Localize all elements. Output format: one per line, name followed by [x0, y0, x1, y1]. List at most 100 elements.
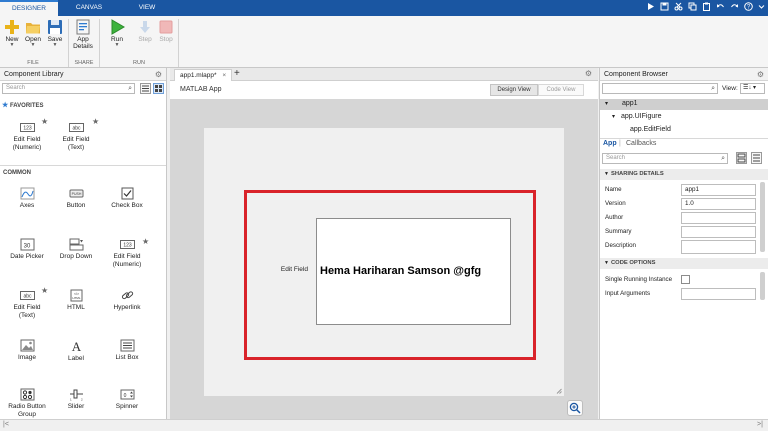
component-slider[interactable]: 12 Slider	[55, 388, 97, 411]
group-view-icon[interactable]	[736, 152, 747, 164]
ribbon-separator	[99, 19, 100, 67]
tab-canvas[interactable]: CANVAS	[64, 0, 114, 16]
numeric-field-icon: 123	[19, 123, 35, 132]
favorite-star-icon[interactable]: ★	[41, 286, 48, 295]
component-axes[interactable]: Axes	[6, 187, 48, 210]
scroll-left-icon[interactable]: |<	[3, 421, 9, 428]
name-field[interactable]: app1	[681, 184, 756, 196]
tab-app1-mlapp[interactable]: app1.mlapp* ×	[174, 69, 233, 81]
component-label: Edit Field	[13, 136, 41, 143]
component-html[interactable]: </> HTML HTML	[55, 289, 97, 312]
favorite-star-icon[interactable]: ★	[41, 117, 48, 126]
app-details-button[interactable]: App Details	[69, 19, 97, 50]
edit-field-label[interactable]: Edit Field	[256, 266, 308, 273]
editor-view-bar: MATLAB App Design View Code View	[170, 81, 598, 100]
tree-item-editfield[interactable]: app.EditField	[600, 125, 768, 136]
stop-button[interactable]: Stop	[152, 19, 180, 43]
tab-view[interactable]: VIEW	[122, 0, 172, 16]
search-icon: ⌕	[721, 155, 725, 162]
component-spinner[interactable]: 0 Spinner	[106, 388, 148, 411]
component-radio-button-group[interactable]: Radio Button Group	[4, 388, 50, 419]
code-view-button[interactable]: Code View	[538, 84, 584, 96]
run-quick-icon[interactable]	[645, 2, 656, 13]
editor-options-icon[interactable]: ⚙	[585, 68, 592, 80]
component-label: Date Picker	[10, 253, 44, 260]
component-image[interactable]: Image	[6, 339, 48, 362]
code-options-scrollbar[interactable]	[760, 272, 765, 300]
component-check-box[interactable]: Check Box	[106, 187, 148, 210]
resize-grip-icon[interactable]	[556, 388, 562, 394]
version-field[interactable]: 1.0	[681, 198, 756, 210]
close-tab-icon[interactable]: ×	[222, 72, 226, 79]
folder-icon	[26, 23, 40, 34]
component-button[interactable]: PUSH Button	[55, 187, 97, 210]
panel-options-icon[interactable]: ⚙	[757, 68, 764, 81]
component-label: Edit Field	[13, 304, 41, 311]
collapse-icon[interactable]: ▾	[605, 100, 608, 107]
zoom-button[interactable]	[567, 400, 583, 416]
svg-text:123: 123	[123, 243, 132, 249]
scroll-right-icon[interactable]: >|	[757, 421, 763, 428]
favorite-star-icon[interactable]: ★	[142, 237, 149, 246]
tree-item-app1[interactable]: ▾ app1	[600, 99, 768, 110]
tab-designer[interactable]: DESIGNER	[0, 0, 58, 16]
redo-quick-icon[interactable]	[729, 2, 740, 13]
stop-icon	[159, 20, 173, 34]
edit-field-input[interactable]: Hema Hariharan Samson @gfg	[316, 218, 511, 325]
view-select[interactable]: ☰↓ ▾	[740, 83, 765, 94]
property-label: Input Arguments	[605, 290, 651, 297]
help-icon[interactable]: ?	[743, 2, 754, 13]
component-drop-down[interactable]: Drop Down	[55, 238, 97, 261]
code-options-header[interactable]: ▼ CODE OPTIONS	[600, 258, 768, 269]
html-icon: </>HTML	[70, 289, 82, 302]
app-title: MATLAB App	[180, 86, 222, 93]
component-library-panel: Component Library ⚙ Search ⌕ ★ FAVORITES…	[0, 68, 167, 419]
design-view-button[interactable]: Design View	[490, 84, 538, 96]
component-label[interactable]: A Label	[55, 338, 97, 363]
properties-search-input[interactable]: Search ⌕	[602, 153, 728, 164]
run-button[interactable]: Run ▼	[103, 19, 131, 48]
favorite-star-icon[interactable]: ★	[92, 117, 99, 126]
component-hyperlink[interactable]: Hyperlink	[106, 289, 148, 312]
component-date-picker[interactable]: 30 Date Picker	[6, 238, 48, 261]
component-label: Hyperlink	[113, 304, 141, 311]
library-search-input[interactable]: Search ⌕	[2, 83, 135, 94]
paste-quick-icon[interactable]	[701, 2, 712, 13]
ribbon-separator	[178, 19, 179, 67]
favorite-edit-field-text[interactable]: abc Edit Field (Text)	[55, 121, 97, 152]
tab-app[interactable]: App	[603, 140, 617, 147]
favorites-header-label: FAVORITES	[9, 103, 44, 109]
component-label-line2: (Text)	[67, 144, 85, 151]
copy-quick-icon[interactable]	[687, 2, 698, 13]
collapse-icon[interactable]: ▾	[612, 113, 615, 120]
panel-options-icon[interactable]: ⚙	[155, 68, 162, 81]
properties-scrollbar[interactable]	[760, 182, 765, 252]
component-library-title: Component Library	[4, 71, 64, 78]
sharing-details-header[interactable]: ▼ SHARING DETAILS	[600, 169, 768, 180]
list-view-icon[interactable]	[140, 83, 151, 94]
input-arguments-field[interactable]	[681, 288, 756, 300]
browser-search-input[interactable]: ⌕	[602, 83, 718, 94]
caret-down-icon: ▼	[114, 42, 120, 48]
cut-quick-icon[interactable]	[673, 2, 684, 13]
component-list-box[interactable]: List Box	[106, 339, 148, 362]
component-label: Edit Field	[62, 136, 90, 143]
sort-view-icon[interactable]	[751, 152, 762, 164]
single-running-checkbox[interactable]	[681, 275, 690, 284]
favorites-header: ★ FAVORITES	[2, 101, 44, 109]
tree-item-uifigure[interactable]: ▾ app.UIFigure	[600, 112, 768, 123]
summary-field[interactable]	[681, 226, 756, 238]
author-field[interactable]	[681, 212, 756, 224]
tab-callbacks[interactable]: Callbacks	[626, 140, 656, 147]
expand-toolstrip-icon[interactable]	[756, 2, 767, 13]
save-button[interactable]: Save ▼	[41, 19, 69, 48]
component-label: Axes	[19, 202, 35, 209]
add-tab-icon[interactable]: +	[234, 68, 240, 80]
slider-icon: 12	[69, 389, 83, 401]
text-field-icon: abc	[19, 291, 35, 300]
grid-view-icon[interactable]	[153, 83, 164, 94]
description-field[interactable]	[681, 240, 756, 254]
undo-quick-icon[interactable]	[715, 2, 726, 13]
plus-icon	[5, 20, 19, 34]
save-quick-icon[interactable]	[659, 2, 670, 13]
